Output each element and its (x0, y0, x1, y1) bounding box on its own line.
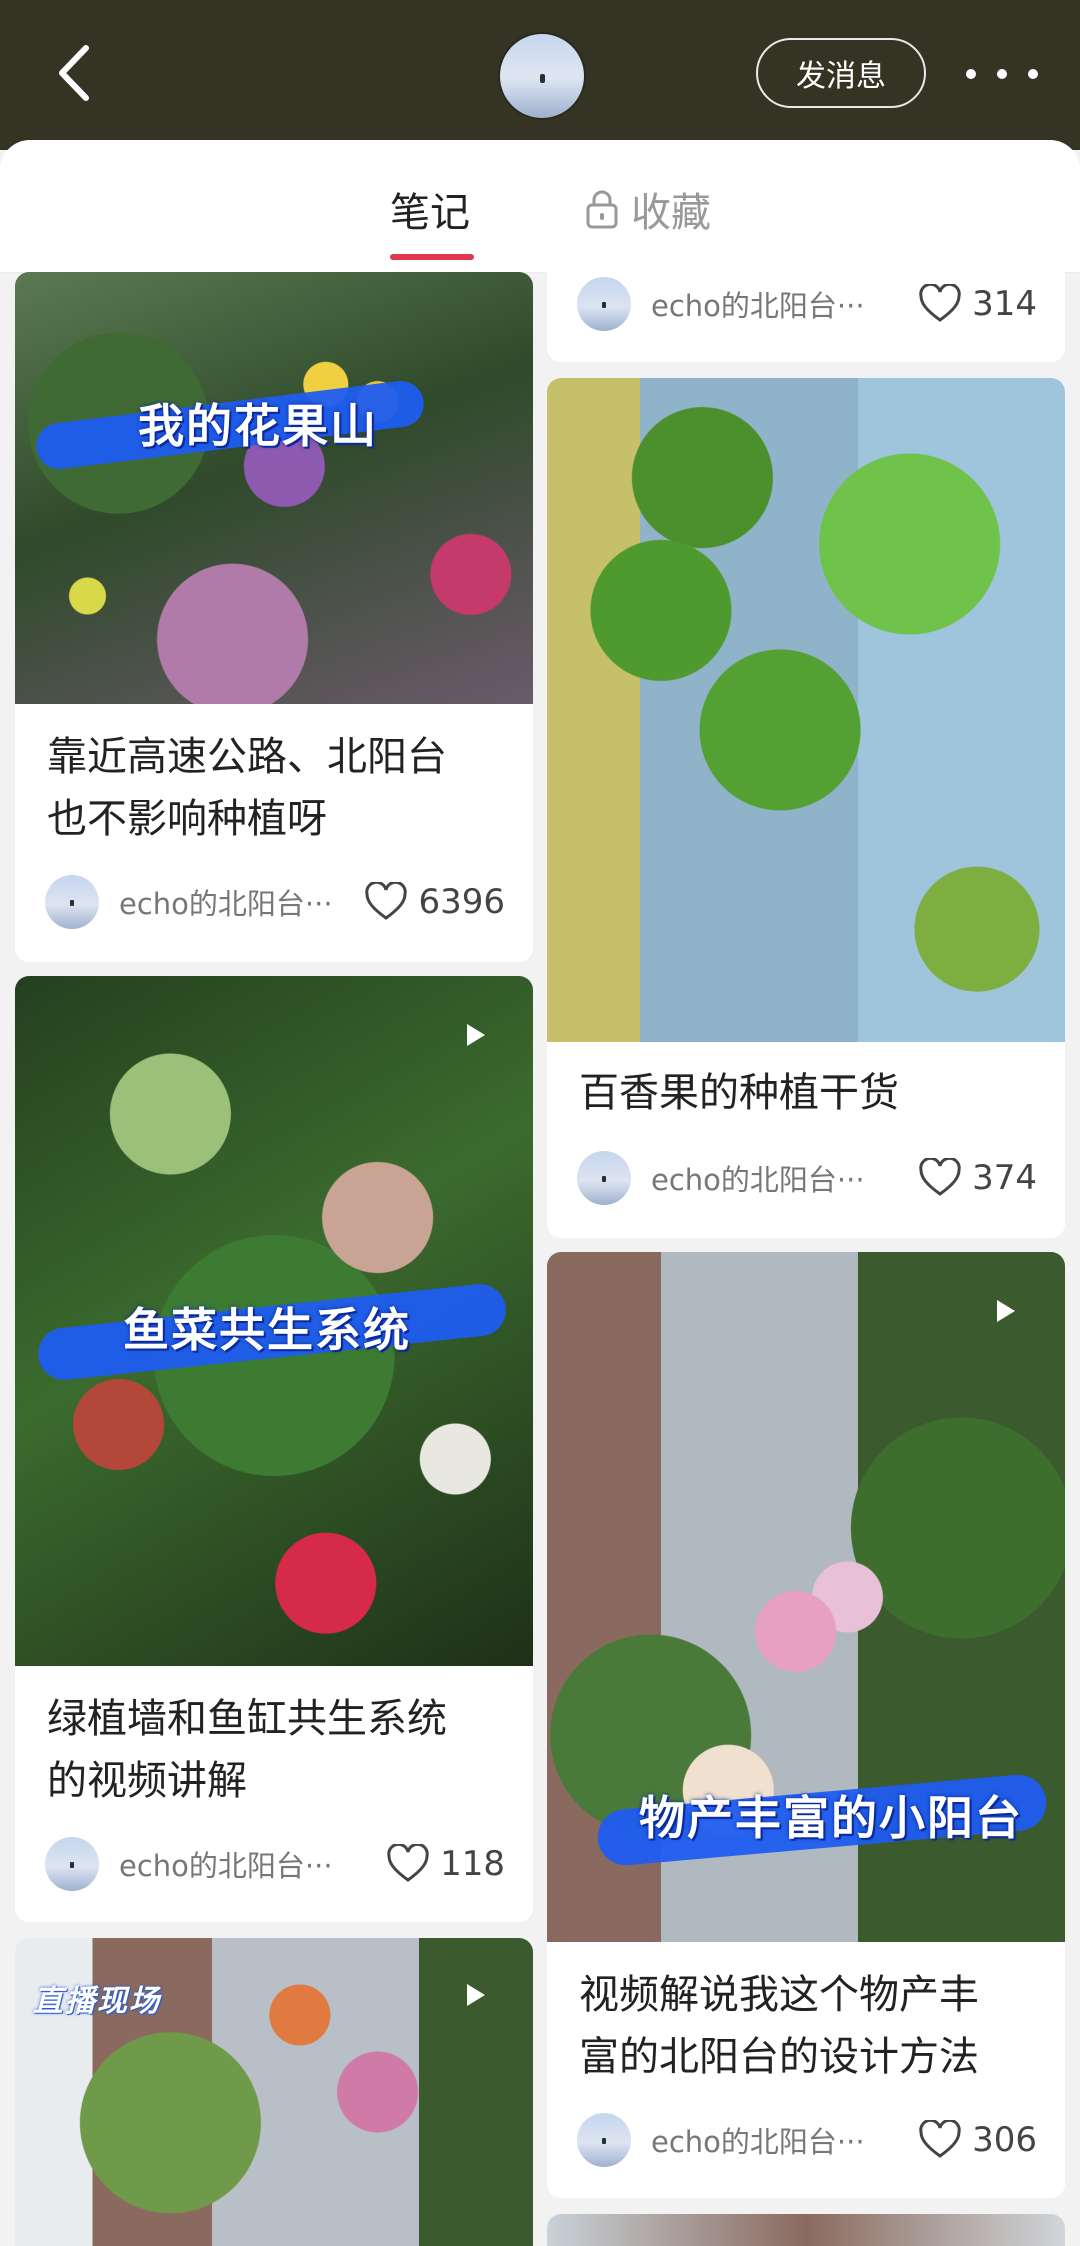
author-avatar[interactable] (577, 2113, 631, 2167)
author-name[interactable]: echo的北阳台··· (651, 2119, 918, 2161)
cover-overlay-title: 鱼菜共生系统 (123, 1303, 411, 1357)
note-card[interactable]: 我的花果山 靠近高速公路、北阳台 也不影响种植呀 echo的北阳台··· 639… (15, 272, 533, 962)
author-name[interactable]: echo的北阳台··· (651, 283, 918, 325)
lock-icon (586, 190, 618, 229)
author-name[interactable]: echo的北阳台··· (119, 1843, 386, 1885)
note-cover-image: 物产丰富的小阳台 (547, 1252, 1065, 1942)
play-icon (467, 1984, 485, 2006)
like-button[interactable]: 374 (918, 1158, 1037, 1198)
note-card[interactable]: 物产丰富的小阳台 视频解说我这个物产丰 富的北阳台的设计方法 echo的北阳台·… (547, 1252, 1065, 2198)
top-bar: 发消息 (0, 0, 1080, 150)
note-card[interactable]: 百香果的种植干货 echo的北阳台··· 374 (547, 378, 1065, 1238)
author-name[interactable]: echo的北阳台··· (651, 1157, 918, 1199)
like-button[interactable]: 118 (386, 1844, 505, 1884)
heart-icon (919, 1158, 961, 1196)
like-button[interactable]: 306 (918, 2120, 1037, 2160)
tab-favorites[interactable]: 收藏 (585, 180, 711, 238)
author-avatar[interactable] (577, 1151, 631, 1205)
note-title: 靠近高速公路、北阳台 也不影响种植呀 (47, 734, 447, 842)
author-name[interactable]: echo的北阳台··· (119, 881, 364, 923)
note-card[interactable] (547, 2214, 1065, 2246)
note-title: 视频解说我这个物产丰 富的北阳台的设计方法 (579, 1972, 979, 2080)
cover-overlay-title: 直播现场 (33, 1984, 161, 2019)
tab-notes[interactable]: 笔记 (390, 180, 470, 238)
author-avatar[interactable] (45, 1837, 99, 1891)
like-count: 6396 (418, 882, 505, 922)
note-title: 百香果的种植干货 (579, 1070, 899, 1116)
back-arrow-icon[interactable] (48, 38, 108, 108)
like-button[interactable]: 6396 (364, 882, 505, 922)
note-card[interactable]: echo的北阳台··· 314 (547, 258, 1065, 362)
profile-avatar[interactable] (498, 32, 586, 120)
more-dots-icon[interactable] (966, 54, 1038, 94)
like-count: 118 (440, 1844, 505, 1884)
like-button[interactable]: 314 (918, 284, 1037, 324)
tab-favorites-label: 收藏 (631, 190, 711, 236)
tab-bar: 笔记 收藏 (0, 140, 1080, 273)
cover-overlay-title: 物产丰富的小阳台 (639, 1791, 1023, 1845)
author-avatar[interactable] (45, 875, 99, 929)
like-count: 314 (972, 284, 1037, 324)
note-cover-image (547, 378, 1065, 1042)
heart-icon (387, 1844, 429, 1882)
note-card[interactable]: 直播现场 (15, 1938, 533, 2246)
cover-overlay-title: 我的花果山 (138, 399, 378, 453)
note-cover-image (547, 2214, 1065, 2246)
send-message-button[interactable]: 发消息 (756, 38, 926, 108)
note-cover-image: 鱼菜共生系统 (15, 976, 533, 1666)
author-avatar[interactable] (577, 277, 631, 331)
heart-icon (919, 2120, 961, 2158)
heart-icon (365, 882, 408, 920)
like-count: 306 (972, 2120, 1037, 2160)
note-title: 绿植墙和鱼缸共生系统 的视频讲解 (47, 1696, 447, 1804)
heart-icon (919, 284, 961, 322)
play-icon (467, 1024, 485, 1046)
like-count: 374 (972, 1158, 1037, 1198)
note-cover-image: 直播现场 (15, 1938, 533, 2246)
play-icon (997, 1300, 1015, 1322)
note-card[interactable]: 鱼菜共生系统 绿植墙和鱼缸共生系统 的视频讲解 echo的北阳台··· 118 (15, 976, 533, 1922)
tab-active-indicator (390, 254, 474, 260)
note-cover-image: 我的花果山 (15, 272, 533, 704)
